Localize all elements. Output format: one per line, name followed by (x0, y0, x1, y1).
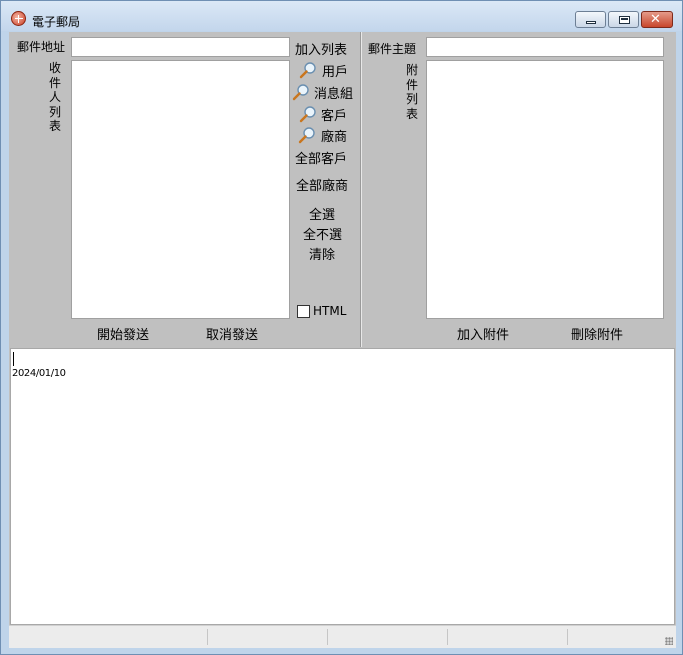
status-panel (448, 629, 568, 645)
add-message-groups-button[interactable]: 消息組 (314, 83, 353, 102)
search-icon (299, 62, 316, 79)
email-address-input[interactable] (71, 37, 290, 57)
attachment-listbox[interactable] (426, 60, 664, 319)
message-date-text: 2024/01/10 (12, 368, 66, 379)
app-globe-icon (11, 11, 26, 26)
email-subject-label: 郵件主題 (368, 42, 417, 56)
html-checkbox[interactable] (297, 305, 310, 318)
resize-grip-icon[interactable] (665, 637, 673, 645)
delete-attachment-button[interactable]: 刪除附件 (571, 324, 623, 343)
attachment-list-label: 附件列表 (405, 63, 418, 121)
all-customers-button[interactable]: 全部客戶 (295, 148, 347, 167)
email-subject-input[interactable] (426, 37, 664, 57)
recipient-list-label: 收件人列表 (48, 61, 61, 133)
search-icon (292, 84, 309, 101)
status-panel (328, 629, 448, 645)
maximize-icon (619, 16, 630, 24)
status-panel (9, 629, 208, 645)
add-attachment-button[interactable]: 加入附件 (457, 324, 509, 343)
status-panel (208, 629, 328, 645)
add-users-button[interactable]: 用戶 (322, 61, 348, 80)
window-title: 電子郵局 (32, 15, 81, 29)
cancel-send-button[interactable]: 取消發送 (206, 324, 258, 343)
email-address-label: 郵件地址 (17, 40, 66, 54)
text-caret (13, 352, 14, 366)
add-list-header: 加入列表 (295, 43, 348, 58)
search-icon (298, 127, 315, 144)
search-icon (299, 106, 316, 123)
html-checkbox-label: HTML (313, 304, 347, 318)
clear-button[interactable]: 清除 (309, 244, 335, 263)
all-vendors-button[interactable]: 全部廠商 (296, 175, 348, 194)
panel-divider (360, 32, 362, 347)
select-none-button[interactable]: 全不選 (303, 224, 342, 243)
message-body-editor[interactable]: 2024/01/10 (10, 348, 675, 625)
status-bar (9, 625, 676, 648)
maximize-button[interactable] (608, 11, 639, 28)
start-send-button[interactable]: 開始發送 (97, 324, 149, 343)
close-icon: ✕ (650, 12, 661, 27)
select-all-button[interactable]: 全選 (309, 204, 335, 223)
recipient-listbox[interactable] (71, 60, 290, 319)
mail-window: 電子郵局 ✕ 郵件地址 收件人列表 加入列表 用戶 消息組 客戶 廠商 全部客戶… (0, 0, 683, 655)
minimize-button[interactable] (575, 11, 606, 28)
add-customers-button[interactable]: 客戶 (321, 105, 347, 124)
title-bar: 電子郵局 ✕ (1, 1, 682, 31)
minimize-icon (586, 21, 596, 24)
client-area: 郵件地址 收件人列表 加入列表 用戶 消息組 客戶 廠商 全部客戶 全部廠商 全… (9, 32, 676, 648)
close-button[interactable]: ✕ (641, 11, 673, 28)
add-vendors-button[interactable]: 廠商 (321, 126, 347, 145)
